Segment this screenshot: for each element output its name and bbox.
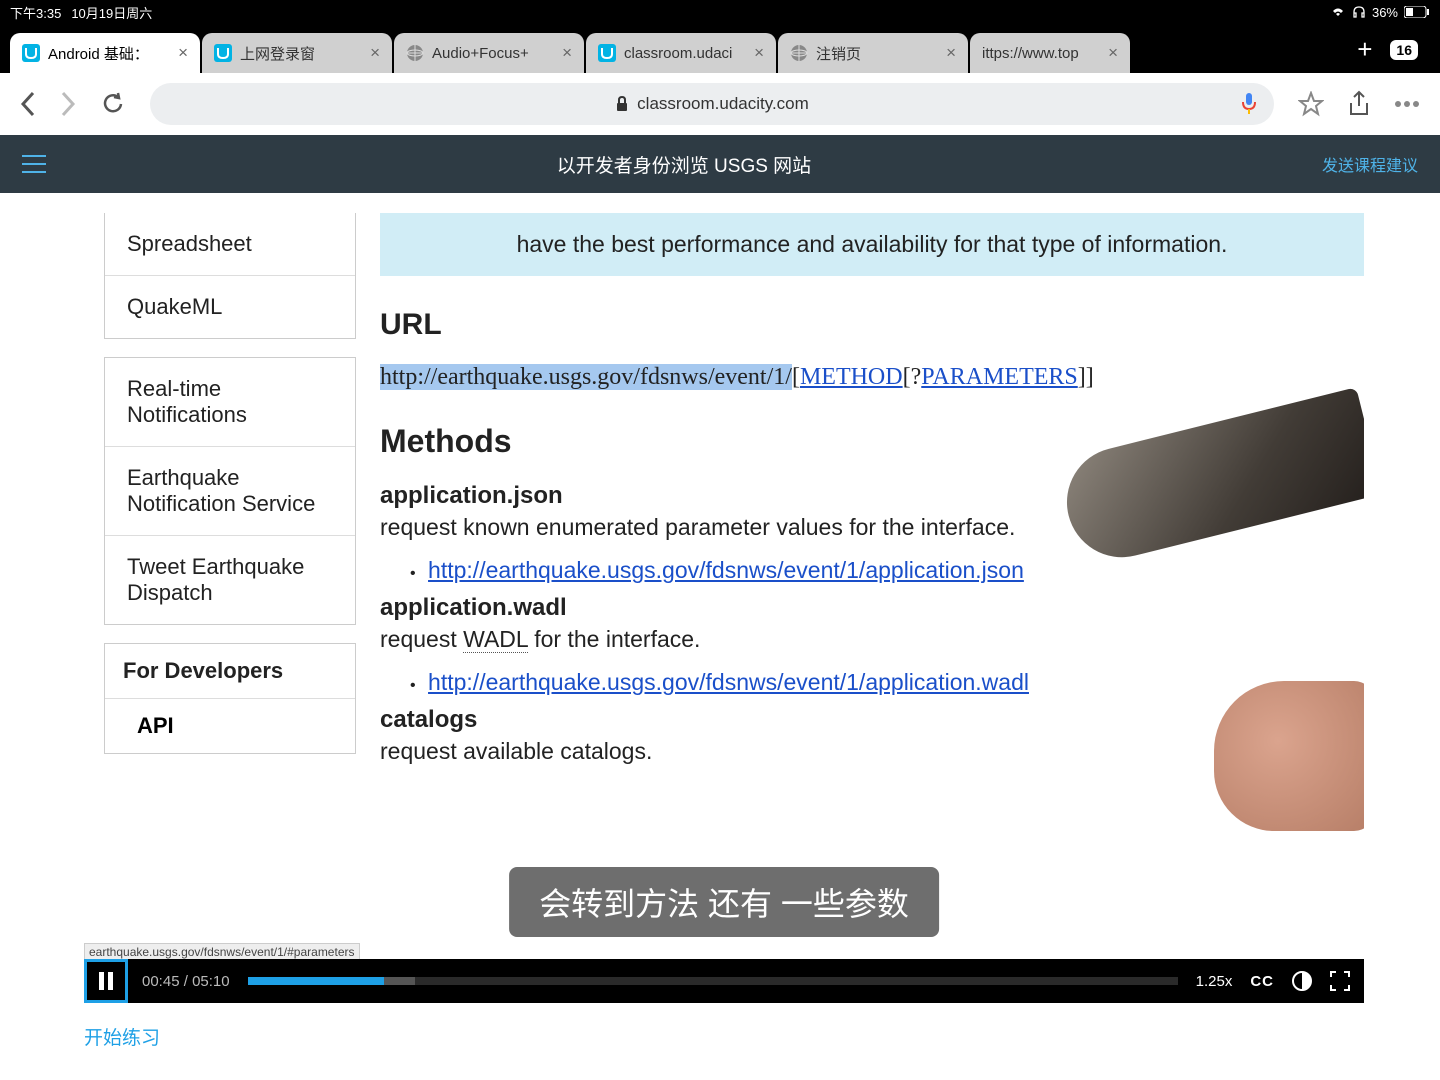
- method-wadl-link[interactable]: http://earthquake.usgs.gov/fdsnws/event/…: [428, 669, 1029, 696]
- tab-title: 注销页: [816, 43, 938, 64]
- headphone-icon: [1352, 6, 1366, 18]
- share-button[interactable]: [1348, 90, 1370, 118]
- menu-button[interactable]: [22, 155, 46, 173]
- url-bar[interactable]: classroom.udacity.com: [150, 83, 1274, 125]
- progress-bar[interactable]: [248, 977, 1178, 985]
- content-area: Spreadsheet QuakeML Real-time Notificati…: [0, 193, 1440, 1080]
- method-json-link[interactable]: http://earthquake.usgs.gov/fdsnws/event/…: [428, 557, 1024, 584]
- feedback-link[interactable]: 发送课程建议: [1322, 152, 1418, 176]
- forward-button[interactable]: [60, 91, 76, 117]
- url-method-link[interactable]: METHOD: [800, 364, 903, 390]
- lock-icon: [615, 96, 629, 112]
- status-time: 下午3:35: [10, 3, 61, 22]
- close-icon[interactable]: ×: [1108, 43, 1118, 63]
- url-base: http://earthquake.usgs.gov/fdsnws/event/…: [380, 364, 792, 390]
- method-wadl-desc: request WADL for the interface.: [380, 626, 1364, 653]
- contrast-button[interactable]: [1292, 971, 1312, 991]
- close-icon[interactable]: ×: [754, 43, 764, 63]
- pause-icon: [99, 972, 113, 990]
- new-tab-button[interactable]: +: [1357, 34, 1372, 65]
- tab-android[interactable]: Android 基础： ×: [10, 33, 200, 73]
- status-date: 10月19日周六: [71, 3, 152, 22]
- sidebar-item-spreadsheet[interactable]: Spreadsheet: [105, 213, 355, 275]
- url-pattern: http://earthquake.usgs.gov/fdsnws/event/…: [380, 364, 1364, 391]
- sidebar-heading-developers: For Developers: [105, 644, 355, 698]
- time-display: 00:45 / 05:10: [142, 973, 230, 990]
- mic-icon[interactable]: [1240, 92, 1258, 116]
- fullscreen-button[interactable]: [1330, 971, 1350, 991]
- lesson-title: 以开发者身份浏览 USGS 网站: [46, 151, 1322, 178]
- udacity-icon: [598, 44, 616, 62]
- url-text: classroom.udacity.com: [637, 94, 809, 114]
- video-frame: Spreadsheet QuakeML Real-time Notificati…: [84, 213, 1364, 973]
- reload-button[interactable]: [100, 91, 126, 117]
- sidebar-item-ens[interactable]: Earthquake Notification Service: [105, 446, 355, 535]
- udacity-icon: [214, 44, 232, 62]
- tab-audio[interactable]: Audio+Focus+ ×: [394, 33, 584, 73]
- browser-tab-bar: Android 基础： × 上网登录窗 × Audio+Focus+ × cla…: [0, 24, 1440, 73]
- browser-nav-bar: classroom.udacity.com: [0, 73, 1440, 135]
- close-icon[interactable]: ×: [946, 43, 956, 63]
- doc-sidebar: Spreadsheet QuakeML Real-time Notificati…: [104, 213, 356, 772]
- method-wadl-title: application.wadl: [380, 594, 1364, 622]
- close-icon[interactable]: ×: [370, 43, 380, 63]
- battery-icon: [1404, 6, 1430, 18]
- video-subtitle: 会转到方法 还有 一些参数: [509, 867, 939, 937]
- sidebar-item-api[interactable]: API: [105, 698, 355, 753]
- tab-https[interactable]: ittps://www.top ×: [970, 33, 1130, 73]
- close-icon[interactable]: ×: [562, 43, 572, 63]
- back-button[interactable]: [20, 91, 36, 117]
- playback-speed[interactable]: 1.25x: [1196, 973, 1233, 990]
- tab-title: 上网登录窗: [240, 43, 362, 64]
- tab-title: ittps://www.top: [982, 45, 1100, 62]
- bookmark-button[interactable]: [1298, 91, 1324, 117]
- url-heading: URL: [380, 308, 1364, 342]
- tab-title: classroom.udaci: [624, 45, 746, 62]
- pause-button[interactable]: [84, 959, 128, 1003]
- tab-counter[interactable]: 16: [1390, 40, 1418, 60]
- wifi-icon: [1330, 6, 1346, 18]
- tab-logout[interactable]: 注销页 ×: [778, 33, 968, 73]
- globe-icon: [790, 44, 808, 62]
- tab-title: Audio+Focus+: [432, 45, 554, 62]
- udacity-icon: [22, 44, 40, 62]
- video-player-bar: 00:45 / 05:10 1.25x CC: [84, 959, 1364, 1003]
- sidebar-item-quakeml[interactable]: QuakeML: [105, 275, 355, 338]
- captions-button[interactable]: CC: [1250, 973, 1274, 990]
- battery-text: 36%: [1372, 5, 1398, 20]
- tab-login[interactable]: 上网登录窗 ×: [202, 33, 392, 73]
- start-practice-link[interactable]: 开始练习: [84, 1023, 160, 1050]
- close-icon[interactable]: ×: [178, 43, 188, 63]
- url-params-link[interactable]: PARAMETERS: [921, 364, 1078, 390]
- progress-played: [248, 977, 385, 985]
- sidebar-item-realtime[interactable]: Real-time Notifications: [105, 358, 355, 446]
- ipad-status-bar: 下午3:35 10月19日周六 36%: [0, 0, 1440, 24]
- tab-title: Android 基础：: [48, 43, 170, 64]
- hand-finger: [1214, 681, 1364, 831]
- sidebar-item-tweet[interactable]: Tweet Earthquake Dispatch: [105, 535, 355, 624]
- tab-classroom[interactable]: classroom.udaci ×: [586, 33, 776, 73]
- lesson-header: 以开发者身份浏览 USGS 网站 发送课程建议: [0, 135, 1440, 193]
- more-button[interactable]: [1394, 100, 1420, 108]
- globe-icon: [406, 44, 424, 62]
- info-box: have the best performance and availabili…: [380, 213, 1364, 276]
